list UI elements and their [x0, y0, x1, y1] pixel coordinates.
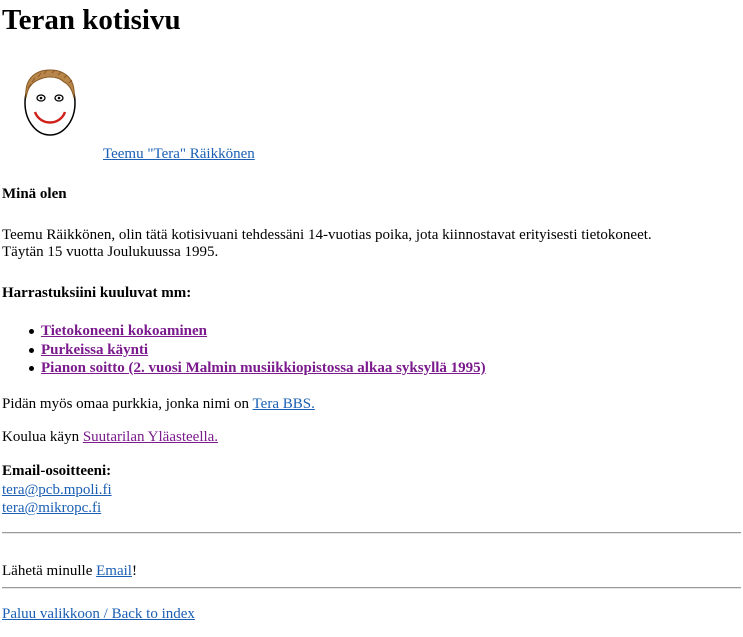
school-text: Koulua käyn: [2, 429, 83, 445]
bullet-icon: [29, 348, 34, 353]
bbs-paragraph: Pidän myös omaa purkkia, jonka nimi on T…: [2, 395, 315, 413]
hobby-link-computer[interactable]: Tietokoneeni kokoaminen: [41, 322, 207, 340]
about-text-line1: Teemu Räikkönen, olin tätä kotisivuani t…: [2, 227, 652, 243]
bbs-text: Pidän myös omaa purkkia, jonka nimi on: [2, 396, 253, 412]
divider: [2, 532, 741, 534]
bullet-icon: [29, 366, 34, 371]
about-text-line2: Täytän 15 vuotta Joulukuussa 1995.: [2, 244, 219, 260]
about-heading: Minä olen: [2, 186, 67, 202]
hobbies-heading: Harrastuksiini kuuluvat mm:: [2, 285, 192, 301]
email-heading: Email-osoitteeni:: [2, 463, 112, 479]
school-paragraph: Koulua käyn Suutarilan Yläasteella.: [2, 428, 218, 446]
send-text-after: !: [131, 563, 137, 579]
send-text-before: Lähetä minulle: [2, 563, 97, 579]
school-link[interactable]: Suutarilan Yläasteella.: [83, 429, 218, 445]
bullet-icon: [29, 329, 34, 334]
back-to-index-link[interactable]: Paluu valikkoon / Back to index: [2, 605, 195, 623]
smiley-face-icon: [24, 69, 76, 136]
hobby-link-bbs[interactable]: Purkeissa käynti: [41, 341, 148, 359]
profile-name-link[interactable]: Teemu "Tera" Räikkönen: [103, 145, 255, 163]
tera-bbs-link[interactable]: Tera BBS.: [253, 396, 315, 412]
hobby-link-piano[interactable]: Pianon soitto (2. vuosi Malmin musiikkio…: [41, 359, 486, 377]
divider: [2, 587, 741, 589]
send-email-link[interactable]: Email: [96, 563, 132, 579]
email-link-pcb[interactable]: tera@pcb.mpoli.fi: [2, 481, 112, 499]
email-link-mikropc[interactable]: tera@mikropc.fi: [2, 499, 101, 517]
send-email-paragraph: Lähetä minulle Email!: [2, 562, 137, 580]
page-title: Teran kotisivu: [2, 4, 181, 36]
